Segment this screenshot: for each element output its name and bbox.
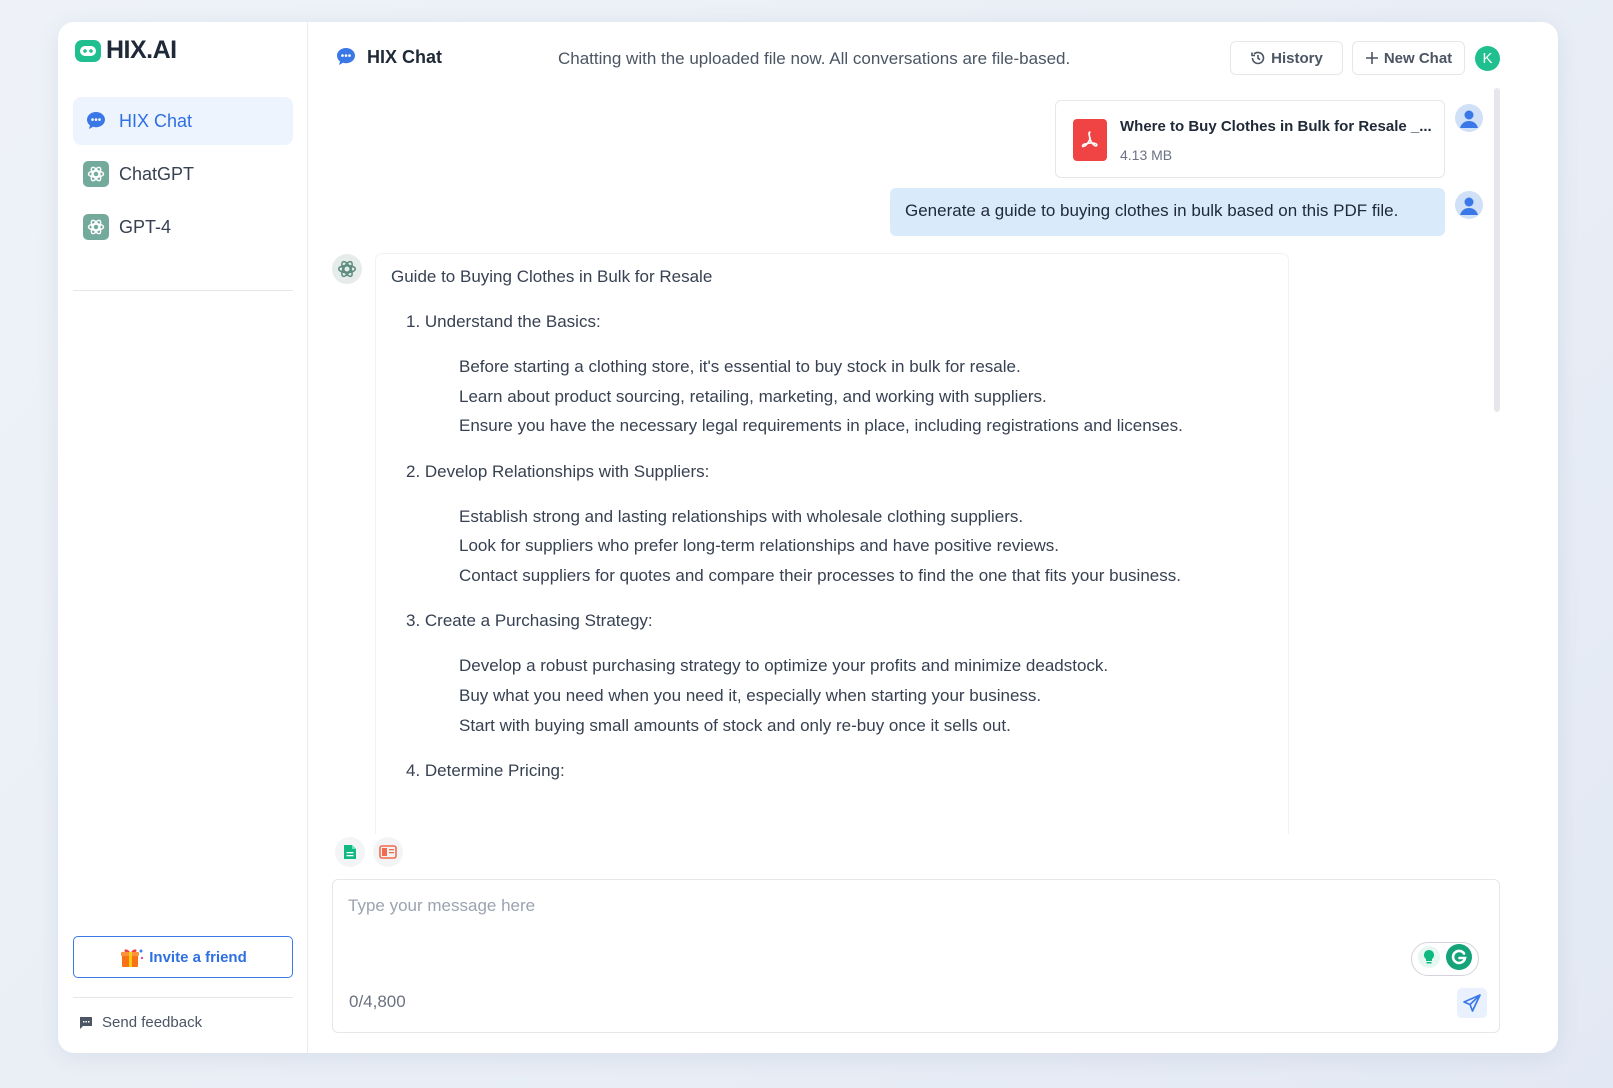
guide-bullet: Learn about product sourcing, retailing,…: [459, 387, 1047, 406]
invite-friend-button[interactable]: Invite a friend: [73, 936, 293, 978]
sidebar-nav: HIX Chat ChatGPT GPT-4: [73, 97, 293, 256]
guide-bullet: Establish strong and lasting relationshi…: [459, 507, 1024, 526]
guide-bullet: Start with buying small amounts of stock…: [459, 716, 1011, 735]
history-icon: [1251, 51, 1265, 65]
logo[interactable]: HIX.AI: [74, 36, 177, 65]
feedback-label: Send feedback: [102, 1014, 203, 1031]
sidebar: HIX.AI HIX Chat ChatGPT GPT-4 Invite a f…: [58, 22, 308, 1053]
composer-tools: [335, 837, 403, 867]
send-icon: [1463, 994, 1481, 1012]
guide-bullet: Before starting a clothing store, it's e…: [459, 357, 1021, 376]
document-icon: [344, 845, 356, 859]
person-icon: [1460, 110, 1478, 128]
new-chat-label: New Chat: [1383, 49, 1453, 67]
message-input[interactable]: [348, 896, 1348, 916]
send-button[interactable]: [1457, 988, 1487, 1018]
guide-bullet: Contact suppliers for quotes and compare…: [459, 566, 1181, 585]
gift-icon: [121, 949, 144, 967]
reader-icon: [379, 845, 397, 859]
pdf-icon: [1073, 119, 1107, 161]
guide-bullet: Look for suppliers who prefer long-term …: [459, 536, 1060, 555]
user-message-bubble: Generate a guide to buying clothes in bu…: [890, 188, 1445, 236]
history-button[interactable]: History: [1230, 41, 1343, 75]
document-tool-button[interactable]: [335, 837, 365, 867]
new-chat-button[interactable]: New Chat: [1352, 41, 1465, 75]
bot-message-heading: Guide to Buying Clothes in Bulk for Resa…: [391, 267, 713, 286]
divider: [73, 290, 293, 291]
file-name: Where to Buy Clothes in Bulk for Resale …: [1120, 118, 1432, 135]
character-counter: 0/4,800: [349, 992, 406, 1011]
lightbulb-icon[interactable]: [1417, 945, 1441, 974]
user-message-avatar: [1455, 104, 1483, 132]
chat-header: HIX Chat Chatting with the uploaded file…: [308, 22, 1558, 94]
message-list: Where to Buy Clothes in Bulk for Resale …: [308, 94, 1548, 834]
bot-avatar: [332, 254, 362, 284]
openai-icon: [83, 214, 109, 240]
grammarly-icon[interactable]: [1445, 943, 1473, 976]
plus-icon: [1365, 52, 1378, 64]
chat-main: HIX Chat Chatting with the uploaded file…: [308, 22, 1558, 1053]
app-window: HIX.AI HIX Chat ChatGPT GPT-4 Invite a f…: [58, 22, 1558, 1053]
divider: [73, 997, 293, 998]
user-message-avatar: [1455, 191, 1483, 219]
sidebar-item-hix-chat[interactable]: HIX Chat: [73, 97, 293, 145]
guide-bullet: Ensure you have the necessary legal requ…: [459, 416, 1183, 435]
sidebar-item-label: ChatGPT: [119, 163, 195, 184]
guide-section-title: 3. Create a Purchasing Strategy:: [406, 611, 653, 630]
send-feedback-link[interactable]: Send feedback: [78, 1014, 202, 1031]
openai-icon: [83, 161, 109, 187]
openai-icon: [337, 260, 357, 278]
guide-section-title: 1. Understand the Basics:: [406, 312, 601, 331]
person-icon: [1460, 197, 1478, 215]
chat-title-text: HIX Chat: [367, 46, 443, 67]
guide-bullet: Develop a robust purchasing strategy to …: [459, 656, 1109, 675]
sidebar-item-label: HIX Chat: [119, 110, 193, 131]
uploaded-file-card[interactable]: Where to Buy Clothes in Bulk for Resale …: [1055, 100, 1445, 178]
guide-section-title: 2. Develop Relationships with Suppliers:: [406, 462, 710, 481]
bot-message-bubble: Guide to Buying Clothes in Bulk for Resa…: [376, 254, 1288, 834]
sidebar-item-label: GPT-4: [119, 216, 172, 237]
layout-tool-button[interactable]: [373, 837, 403, 867]
feedback-icon: [80, 1016, 92, 1029]
file-mode-notice: Chatting with the uploaded file now. All…: [558, 49, 1071, 68]
invite-label: Invite a friend: [149, 948, 247, 966]
chat-bubble-icon: [337, 48, 355, 65]
chat-title: HIX Chat: [335, 46, 442, 68]
assistant-widgets: [1411, 942, 1479, 976]
hix-logo-icon: [75, 39, 101, 62]
guide-bullet: Buy what you need when you need it, espe…: [459, 686, 1042, 705]
file-size: 4.13 MB: [1120, 147, 1173, 163]
history-label: History: [1271, 49, 1323, 67]
sidebar-item-chatgpt[interactable]: ChatGPT: [73, 150, 293, 198]
logo-text: HIX.AI: [106, 36, 177, 64]
guide-section-title: 4. Determine Pricing:: [406, 761, 565, 780]
user-avatar[interactable]: K: [1475, 46, 1500, 71]
sidebar-item-gpt4[interactable]: GPT-4: [73, 203, 293, 251]
chat-bubble-icon: [83, 108, 109, 134]
message-composer: 0/4,800: [332, 879, 1500, 1033]
